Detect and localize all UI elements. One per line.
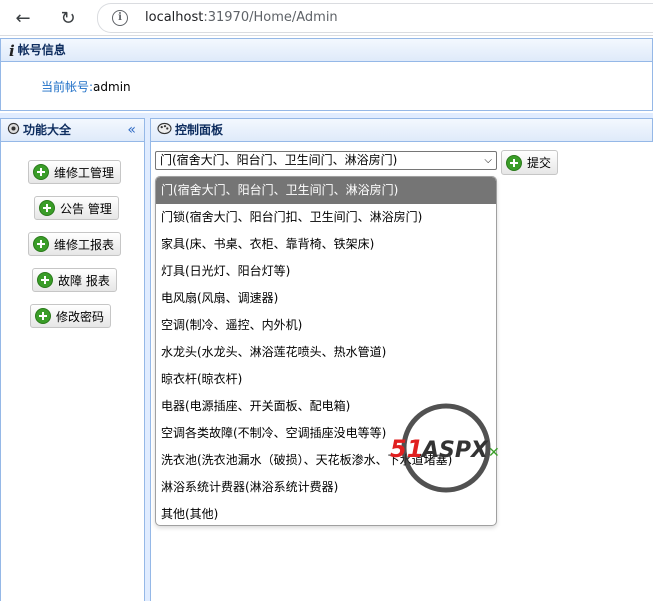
dropdown-option[interactable]: 空调(制冷、遥控、内外机): [156, 312, 496, 339]
dropdown-option[interactable]: 晾衣杆(晾衣杆): [156, 366, 496, 393]
dropdown-option[interactable]: 电风扇(风扇、调速器): [156, 285, 496, 312]
dropdown-option[interactable]: 其他(其他): [156, 501, 496, 525]
add-icon: [37, 272, 53, 288]
chevron-down-icon: ⌵: [484, 155, 492, 166]
repairman-report-button[interactable]: 维修工报表: [28, 232, 122, 256]
change-password-button[interactable]: 修改密码: [30, 304, 112, 328]
svg-text:51: 51: [390, 435, 423, 463]
button-label: 修改密码: [56, 309, 105, 324]
button-label: 故障 报表: [58, 273, 110, 288]
dropdown-option[interactable]: 灯具(日光灯、阳台灯等): [156, 258, 496, 285]
dropdown-option[interactable]: 家具(床、书桌、衣柜、靠背椅、铁架床): [156, 231, 496, 258]
add-icon: [506, 154, 522, 171]
add-icon: [33, 164, 49, 180]
collapse-icon[interactable]: «: [127, 119, 136, 141]
add-icon: [39, 200, 55, 216]
fault-type-select[interactable]: 门(宿舍大门、阳台门、卫生间门、淋浴房门) ⌵: [155, 151, 497, 170]
control-panel-header: 控制面板: [150, 118, 653, 142]
notice-manage-button[interactable]: 公告 管理: [34, 196, 119, 220]
account-value: admin: [93, 80, 131, 94]
info-icon: i: [9, 41, 15, 60]
add-icon: [33, 236, 49, 252]
address-bar[interactable]: i localhost:31970/Home/Admin: [97, 3, 653, 33]
account-panel-title: 帐号信息: [17, 43, 66, 57]
info-icon[interactable]: i: [112, 10, 128, 26]
back-icon[interactable]: ←: [10, 5, 36, 31]
control-panel-title: 控制面板: [175, 123, 224, 137]
dropdown-option[interactable]: 水龙头(水龙头、淋浴莲花喷头、热水管道): [156, 339, 496, 366]
dropdown-option[interactable]: 门锁(宿舍大门、阳台门扣、卫生间门、淋浴房门): [156, 204, 496, 231]
repairman-manage-button[interactable]: 维修工管理: [28, 160, 122, 184]
submit-button[interactable]: 提交: [501, 150, 559, 175]
browser-toolbar: ← ↻ i localhost:31970/Home/Admin: [0, 0, 653, 36]
account-panel-header: i 帐号信息: [0, 38, 653, 62]
select-value: 门(宿舍大门、阳台门、卫生间门、淋浴房门): [160, 153, 398, 167]
add-icon: [35, 308, 51, 324]
gear-icon: [7, 120, 20, 142]
palette-icon: [157, 120, 172, 142]
button-label: 维修工管理: [54, 165, 115, 180]
dropdown-option[interactable]: 门(宿舍大门、阳台门、卫生间门、淋浴房门): [156, 177, 496, 204]
svg-text:ASPX: ASPX: [420, 438, 489, 463]
button-label: 公告 管理: [60, 201, 112, 216]
url-text: localhost:31970/Home/Admin: [145, 10, 338, 25]
watermark-logo: 51 ASPX ✕: [388, 402, 508, 494]
fault-report-button[interactable]: 故障 报表: [32, 268, 117, 292]
reload-icon[interactable]: ↻: [55, 5, 81, 31]
svg-text:✕: ✕: [488, 445, 500, 461]
submit-label: 提交: [527, 156, 552, 170]
function-panel-header: 功能大全 «: [0, 118, 145, 142]
function-panel-title: 功能大全: [23, 123, 72, 137]
account-label: 当前帐号:: [41, 80, 94, 94]
current-account: 当前帐号:admin: [41, 78, 131, 95]
button-label: 维修工报表: [54, 237, 115, 252]
account-panel-body: 当前帐号:admin: [0, 62, 653, 111]
